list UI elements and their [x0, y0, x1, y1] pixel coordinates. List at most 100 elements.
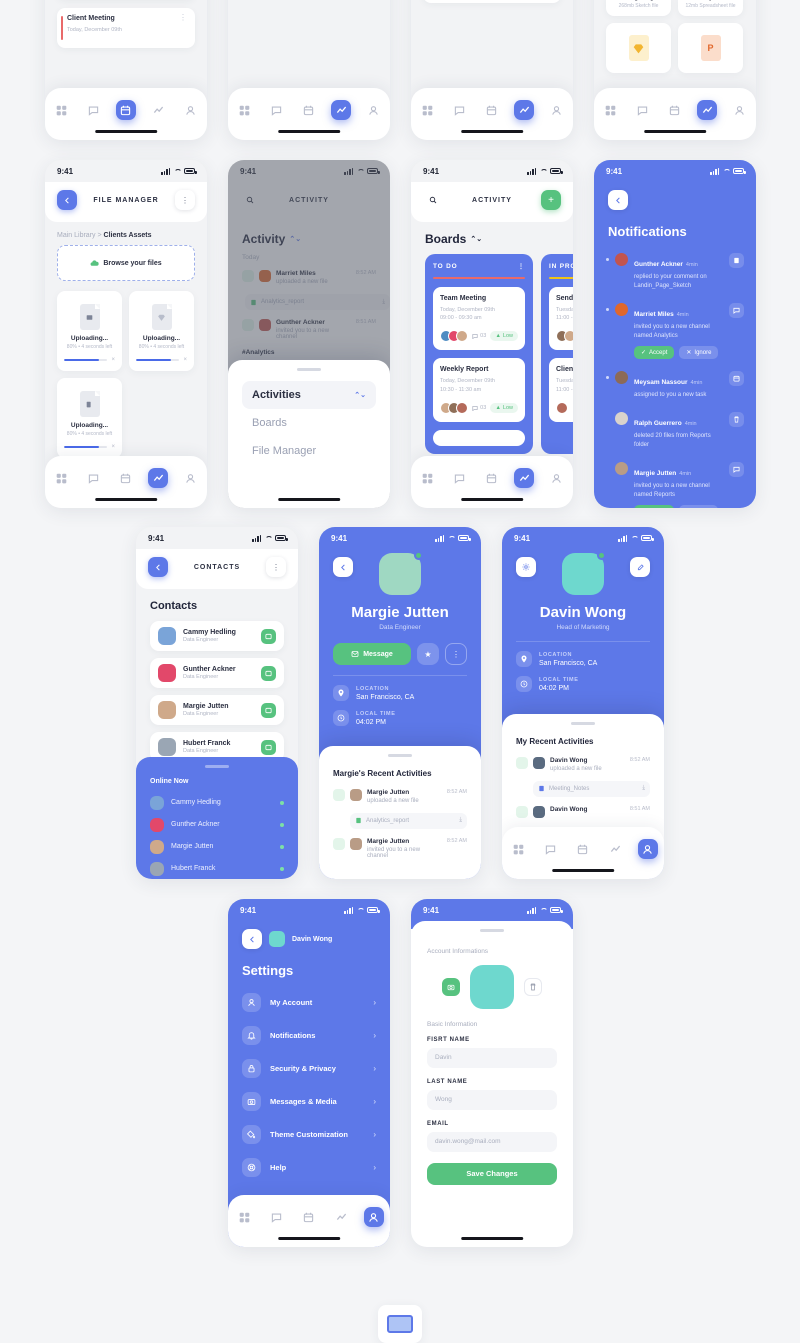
file-card[interactable]: Weekly_Data 12mb Spreadsheet file	[678, 0, 743, 16]
tab-activity[interactable]	[148, 100, 168, 120]
board-card[interactable]: Send Proposal Tuesday, December 10th 11:…	[549, 286, 573, 351]
sort-icon[interactable]: ⌃⌄	[470, 235, 482, 243]
accept-button[interactable]: ✓Accept	[634, 346, 675, 359]
settings-item-notifications[interactable]: Notifications ›	[228, 1019, 390, 1052]
change-photo-button[interactable]	[442, 977, 460, 996]
sheet-grabber[interactable]	[297, 368, 321, 371]
more-icon[interactable]: ⋮	[179, 13, 187, 21]
tab-profile[interactable]	[181, 100, 201, 120]
search-button[interactable]	[423, 190, 443, 210]
back-button[interactable]	[608, 190, 628, 210]
ignore-button[interactable]: ✕Ignore	[679, 505, 719, 508]
settings-item-help[interactable]: Help ›	[228, 1151, 390, 1184]
back-button[interactable]	[148, 557, 168, 577]
delete-photo-button[interactable]	[524, 977, 542, 996]
last-name-field[interactable]: Wong	[427, 1089, 557, 1110]
back-button[interactable]	[242, 929, 262, 949]
file-card[interactable]: Landing_Page_Final 268mb Sketch file	[606, 0, 676, 16]
sheet-option-file-manager[interactable]: File Manager	[242, 437, 376, 465]
more-button[interactable]: ⋮	[445, 643, 467, 665]
tab-calendar[interactable]	[116, 468, 136, 488]
message-button[interactable]	[261, 739, 276, 755]
board-card[interactable]: Team Meeting Today, December 09th 09:00 …	[433, 286, 525, 351]
activity-item[interactable]: Davin Wong uploaded a new file 8:52 AM	[516, 752, 650, 777]
tab-messages[interactable]	[267, 1207, 287, 1227]
notification-item[interactable]: Margie Jutten 4min invited you to a new c…	[594, 456, 756, 508]
message-button[interactable]: Message	[333, 643, 411, 665]
attached-file[interactable]: Meeting_Notes ⤓	[533, 780, 650, 797]
favorite-button[interactable]: ★	[417, 643, 439, 665]
email-field[interactable]: davin.wong@mail.com	[427, 1131, 557, 1152]
tab-activity[interactable]	[514, 468, 535, 488]
tab-profile[interactable]	[637, 839, 658, 859]
tab-calendar[interactable]	[299, 1207, 319, 1227]
settings-button[interactable]	[516, 557, 536, 577]
settings-item-messages-media[interactable]: Messages & Media ›	[228, 1085, 390, 1118]
tab-messages[interactable]	[84, 100, 104, 120]
activity-item[interactable]: Margie Jutten invited you to a new chann…	[333, 833, 467, 864]
tab-dashboard[interactable]	[508, 839, 528, 859]
tab-activity[interactable]	[697, 100, 718, 120]
tab-calendar[interactable]	[482, 468, 502, 488]
tab-dashboard[interactable]	[51, 100, 71, 120]
folder-row[interactable]: Contracts ⋮	[423, 0, 561, 3]
cancel-upload-button[interactable]: ×	[183, 357, 187, 363]
file-card[interactable]: Uploading... 80% • 4 seconds left ×	[129, 291, 194, 371]
tab-dashboard[interactable]	[417, 468, 437, 488]
back-button[interactable]	[333, 557, 353, 577]
avatar[interactable]	[269, 931, 285, 947]
tab-dashboard[interactable]	[600, 100, 620, 120]
tab-profile[interactable]	[730, 100, 750, 120]
message-button[interactable]	[261, 665, 276, 681]
cancel-upload-button[interactable]: ×	[111, 357, 115, 363]
notification-item[interactable]: Ralph Guerrero 4min deleted 20 files from…	[594, 406, 756, 456]
online-row[interactable]: Hubert Franck	[150, 858, 284, 880]
online-row[interactable]: Gunther Ackner	[150, 814, 284, 836]
online-row[interactable]: Cammy Hedling	[150, 792, 284, 814]
message-button[interactable]	[261, 702, 276, 718]
tab-profile[interactable]	[547, 468, 567, 488]
tab-messages[interactable]	[450, 100, 470, 120]
tab-activity[interactable]	[331, 100, 352, 120]
settings-item-my-account[interactable]: My Account ›	[228, 986, 390, 1019]
activity-item[interactable]: Davin Wong 8:51 AM	[516, 801, 650, 823]
file-card[interactable]: Uploading... 80% • 4 seconds left ×	[57, 291, 122, 371]
tab-calendar[interactable]	[115, 100, 136, 120]
activity-item[interactable]: Margie Jutten uploaded a new file 8:52 A…	[333, 784, 467, 809]
file-dropzone[interactable]: Browse your files	[57, 245, 195, 281]
tab-activity[interactable]	[605, 839, 625, 859]
edit-button[interactable]	[630, 557, 650, 577]
file-card[interactable]	[606, 23, 671, 73]
tab-profile[interactable]	[364, 100, 384, 120]
message-button[interactable]	[261, 628, 276, 644]
contact-row[interactable]: Gunther Ackner Data Engineer	[150, 658, 284, 688]
tab-calendar[interactable]	[299, 100, 319, 120]
more-icon[interactable]: ⋮	[518, 262, 525, 270]
sheet-option-activities[interactable]: Activities ⌃⌄	[242, 380, 376, 409]
tab-messages[interactable]	[633, 100, 653, 120]
file-card[interactable]: P	[678, 23, 743, 73]
tab-messages[interactable]	[450, 468, 470, 488]
contact-row[interactable]: Margie Jutten Data Engineer	[150, 695, 284, 725]
settings-item-theme[interactable]: Theme Customization ›	[228, 1118, 390, 1151]
tab-profile[interactable]	[181, 468, 201, 488]
board-card[interactable]: Weekly Report Today, December 09th 10:30…	[433, 358, 525, 422]
breadcrumb-root[interactable]: Main Library	[57, 232, 96, 239]
download-icon[interactable]: ⤓	[642, 785, 645, 792]
sheet-grabber[interactable]	[571, 722, 595, 725]
ignore-button[interactable]: ✕Ignore	[679, 346, 719, 359]
tab-messages[interactable]	[541, 839, 561, 859]
tab-calendar[interactable]	[573, 839, 593, 859]
settings-item-security[interactable]: Security & Privacy ›	[228, 1052, 390, 1085]
tab-calendar[interactable]	[665, 100, 685, 120]
tab-activity[interactable]	[148, 468, 169, 488]
sheet-grabber[interactable]	[205, 765, 229, 768]
sheet-option-boards[interactable]: Boards	[242, 409, 376, 437]
tab-calendar[interactable]	[482, 100, 502, 120]
cancel-upload-button[interactable]: ×	[111, 444, 115, 450]
first-name-field[interactable]: Davin	[427, 1047, 557, 1068]
board-card[interactable]: Client Call Tuesday, December 10th 11:00…	[549, 358, 573, 422]
notification-item[interactable]: Gunther Ackner 4min replied to your comme…	[594, 247, 756, 297]
tab-profile[interactable]	[363, 1207, 384, 1227]
tab-activity[interactable]	[331, 1207, 351, 1227]
